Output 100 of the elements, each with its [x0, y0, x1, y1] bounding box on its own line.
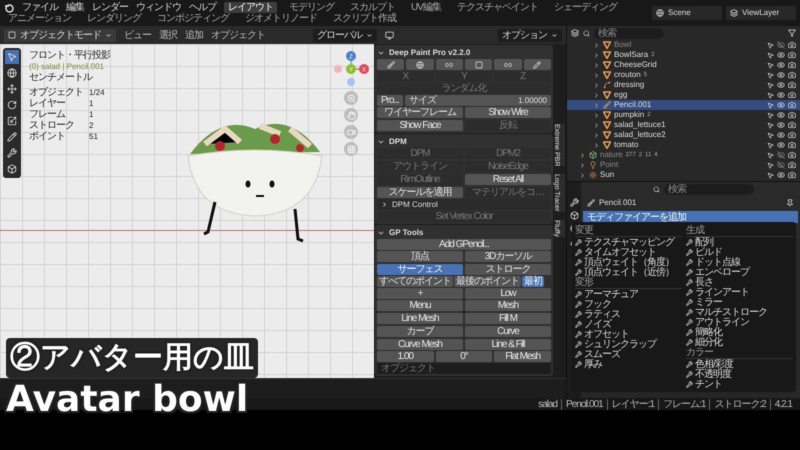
- workspace-tab[interactable]: コンポジティング: [153, 13, 233, 24]
- thickness-field[interactable]: 1.00: [377, 351, 434, 362]
- camera-icon[interactable]: [788, 41, 796, 49]
- menu-item[interactable]: ノイズ: [575, 319, 682, 329]
- options-button[interactable]: オプション: [498, 28, 562, 42]
- outliner-row[interactable]: egg: [567, 90, 800, 100]
- outliner-row[interactable]: CheeseGrid: [567, 60, 800, 70]
- search-field[interactable]: 検索: [664, 184, 754, 195]
- menu-item[interactable]: 編集: [66, 2, 84, 13]
- menu-item[interactable]: 長さ: [686, 277, 793, 287]
- dpm-button[interactable]: スケールを適用: [377, 187, 463, 198]
- menu-item[interactable]: チント: [686, 379, 793, 389]
- menu-item[interactable]: オフセット: [575, 329, 682, 339]
- menu-item[interactable]: フック: [575, 299, 682, 309]
- point-option[interactable]: 最後のポイント: [454, 276, 521, 287]
- workspace-tab[interactable]: アニメーション: [4, 13, 75, 24]
- eye-closed-icon[interactable]: [777, 151, 785, 159]
- camera-icon[interactable]: [788, 141, 796, 149]
- tool-button[interactable]: Mesh: [465, 300, 551, 311]
- menu-item[interactable]: 頂点ウェイト（近傍）: [575, 267, 682, 277]
- tool-button[interactable]: Curve Mesh: [377, 339, 463, 350]
- camera-icon[interactable]: [788, 121, 796, 129]
- tool-icon[interactable]: [5, 66, 19, 80]
- tool-icon[interactable]: [5, 82, 19, 96]
- camera-icon[interactable]: [788, 111, 796, 119]
- eye-icon[interactable]: [777, 91, 785, 99]
- menu-item[interactable]: 選択: [159, 30, 177, 40]
- menu-item[interactable]: ヘルプ: [189, 2, 216, 13]
- mode-dropdown[interactable]: オブジェクトモード: [4, 28, 116, 42]
- menu-item[interactable]: レンダー: [92, 2, 128, 13]
- show-wire-button[interactable]: Show Wire: [465, 107, 551, 118]
- dpm-control-header[interactable]: DPM Control: [377, 199, 551, 210]
- camera-icon[interactable]: [788, 151, 796, 159]
- tool-button[interactable]: [406, 59, 434, 70]
- menu-item[interactable]: エンベロープ: [686, 267, 793, 277]
- menu-item[interactable]: 不透明度: [686, 369, 793, 379]
- quality-button[interactable]: +: [377, 288, 463, 299]
- eye-icon[interactable]: [777, 61, 785, 69]
- tool-icon[interactable]: [5, 98, 19, 112]
- outliner-row[interactable]: salad_lettuce2: [567, 130, 800, 140]
- eye-icon[interactable]: [777, 111, 785, 119]
- outliner-row[interactable]: Sun: [567, 170, 800, 180]
- outliner-row[interactable]: Point: [567, 160, 800, 170]
- tool-button[interactable]: [436, 59, 463, 70]
- object-field[interactable]: オブジェクト: [377, 363, 551, 374]
- workspace-tab[interactable]: UV編集: [407, 2, 445, 13]
- view-layer-field[interactable]: ViewLayer: [726, 6, 796, 20]
- tool-button[interactable]: Line & Fill: [465, 339, 551, 350]
- show-face-button[interactable]: Show Face: [377, 120, 463, 131]
- size-field[interactable]: サイズ 1.00000: [404, 95, 551, 106]
- menu-item[interactable]: 追加: [185, 30, 203, 40]
- tool-icon[interactable]: [5, 130, 19, 144]
- properties-tab-icon[interactable]: [570, 198, 578, 207]
- camera-icon[interactable]: [788, 131, 796, 139]
- camera-icon[interactable]: [788, 51, 796, 59]
- tool-button[interactable]: [465, 59, 492, 70]
- menu-item[interactable]: タイムオフセット: [575, 247, 682, 257]
- menu-item[interactable]: テクスチャマッピング: [575, 237, 682, 247]
- workspace-tab[interactable]: レンダリング: [83, 13, 145, 24]
- workspace-tab[interactable]: ジオメトリノード: [241, 13, 321, 24]
- eye-icon[interactable]: [777, 131, 785, 139]
- menu-item[interactable]: アーマチュア: [575, 289, 682, 299]
- menu-item[interactable]: 頂点ウェイト（角度）: [575, 257, 682, 267]
- menu-item[interactable]: ドット点線: [686, 257, 793, 267]
- menu-item[interactable]: 配列: [686, 237, 793, 247]
- point-option[interactable]: すべてのポイント: [377, 276, 453, 287]
- workspace-tab[interactable]: モデリング: [285, 2, 338, 13]
- editor-type-icon[interactable]: [571, 29, 579, 37]
- eye-icon[interactable]: [777, 71, 785, 79]
- menu-item[interactable]: スムーズ: [575, 349, 682, 359]
- eye-icon[interactable]: [777, 51, 785, 59]
- eye-icon[interactable]: [777, 171, 785, 179]
- placement-option[interactable]: ストローク: [465, 264, 551, 275]
- eye-closed-icon[interactable]: [777, 41, 785, 49]
- menu-item[interactable]: ミラー: [686, 297, 793, 307]
- menu-item[interactable]: 簡略化: [686, 327, 793, 337]
- menu-item[interactable]: ラインアート: [686, 287, 793, 297]
- camera-icon[interactable]: [788, 91, 796, 99]
- flat-mesh-button[interactable]: Flat Mesh: [494, 351, 552, 362]
- filter-icon[interactable]: [788, 29, 796, 37]
- menu-item[interactable]: オブジェクト: [211, 30, 265, 40]
- tool-button[interactable]: Fill M: [465, 313, 551, 324]
- workspace-tab[interactable]: スカルプト: [346, 2, 399, 13]
- pin-icon[interactable]: [786, 199, 794, 207]
- placement-option[interactable]: 3Dカーソル: [465, 251, 551, 262]
- point-option[interactable]: 最初: [522, 276, 544, 287]
- workspace-tab[interactable]: レイアウト: [224, 2, 277, 13]
- menu-item[interactable]: ファイル: [22, 2, 58, 13]
- camera-icon[interactable]: [788, 161, 796, 169]
- menu-item[interactable]: シュリンクラップ: [575, 339, 682, 349]
- menu-item[interactable]: ビルド: [686, 247, 793, 257]
- panel-header[interactable]: GP Tools: [377, 227, 551, 238]
- menu-item[interactable]: ビュー: [124, 30, 151, 40]
- camera-icon[interactable]: [788, 61, 796, 69]
- panel-header[interactable]: DPM: [377, 136, 551, 147]
- outliner-row[interactable]: tomato: [567, 140, 800, 150]
- workspace-tab[interactable]: テクスチャペイント: [452, 2, 542, 13]
- tool-button[interactable]: カーブ: [377, 326, 463, 337]
- wireframe-button[interactable]: ワイヤーフレーム: [377, 107, 463, 118]
- workspace-tab[interactable]: シェーディング: [550, 2, 621, 13]
